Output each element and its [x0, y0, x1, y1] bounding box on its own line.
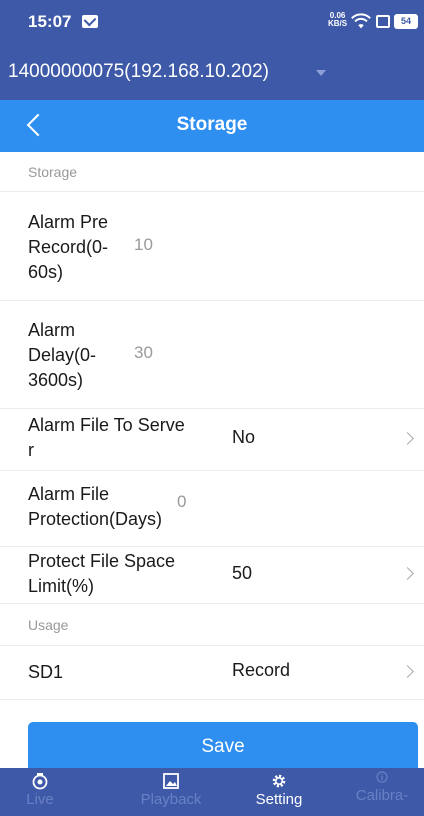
nav-playback-label: Playback [140, 791, 202, 808]
chevron-right-icon [401, 432, 414, 445]
alarm-delay-input[interactable]: 30 [134, 343, 153, 363]
title-bar: Storage [0, 100, 424, 152]
settings-list: Storage Alarm Pre Record(0- 60s) 10 Alar… [0, 152, 424, 700]
camera-icon [18, 768, 62, 792]
network-speed-unit: KB/S [328, 19, 348, 28]
protect-file-space-row[interactable]: Protect File Space Limit(%) 50 [0, 547, 424, 604]
screen-icon [376, 15, 390, 28]
device-selector[interactable]: 14000000075(192.168.10.202) [0, 44, 424, 100]
alarm-pre-record-label: Alarm Pre Record(0- 60s) [28, 212, 109, 282]
info-icon [340, 768, 424, 786]
image-icon [128, 768, 214, 792]
section-header-storage: Storage [0, 152, 424, 192]
nav-live-label: Live [26, 791, 54, 808]
alarm-file-protection-label: Alarm File Protection(Days) [28, 484, 163, 529]
chevron-right-icon [401, 665, 414, 678]
alarm-file-protection-input[interactable]: 0 [177, 492, 186, 512]
gear-icon [246, 768, 312, 792]
alarm-pre-record-row[interactable]: Alarm Pre Record(0- 60s) 10 [0, 192, 424, 301]
nav-calibration[interactable]: Calibra- [340, 768, 424, 816]
protect-file-space-value: 50 [232, 563, 253, 583]
page-title: Storage [176, 114, 248, 135]
chevron-down-icon[interactable] [316, 70, 326, 76]
device-name: 14000000075(192.168.10.202) [8, 61, 269, 82]
nav-setting[interactable]: Setting [246, 768, 312, 816]
status-bar: 15:07 0.06 KB/S 54 [0, 0, 424, 44]
bottom-nav: Live Playback Setting Calibra- [0, 768, 424, 816]
protect-file-space-label: Protect File Space Limit(%) [28, 551, 176, 596]
nav-playback[interactable]: Playback [128, 768, 214, 816]
save-button[interactable]: Save [28, 722, 418, 770]
sd1-row[interactable]: SD1 Record [0, 646, 424, 700]
battery-icon: 54 [394, 14, 418, 29]
mail-icon [82, 15, 98, 28]
section-header-usage: Usage [0, 604, 424, 646]
chevron-right-icon [401, 567, 414, 580]
sd1-value: Record [232, 660, 291, 680]
alarm-file-to-server-label: Alarm File To Serve r [28, 415, 185, 460]
alarm-file-to-server-value: No [232, 427, 256, 447]
sd1-label: SD1 [28, 662, 64, 682]
nav-live[interactable]: Live [18, 768, 62, 816]
alarm-file-to-server-row[interactable]: Alarm File To Serve r No [0, 409, 424, 471]
network-speed: 0.06 KB/S [328, 12, 347, 28]
alarm-delay-label: Alarm Delay(0- 3600s) [28, 320, 97, 390]
wifi-icon [351, 13, 371, 29]
nav-calibration-label: Calibra- [355, 787, 409, 804]
alarm-pre-record-input[interactable]: 10 [134, 235, 153, 255]
alarm-delay-row[interactable]: Alarm Delay(0- 3600s) 30 [0, 301, 424, 409]
nav-setting-label: Setting [255, 791, 303, 808]
status-time: 15:07 [28, 12, 72, 31]
alarm-file-protection-row[interactable]: Alarm File Protection(Days) 0 [0, 471, 424, 547]
